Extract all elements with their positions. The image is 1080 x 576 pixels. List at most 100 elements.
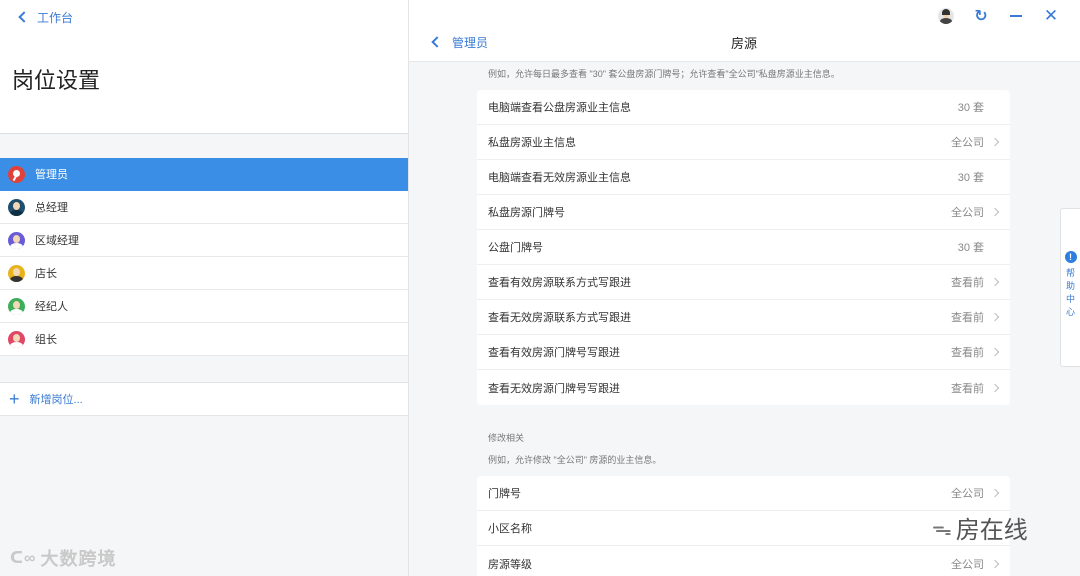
avatar-icon xyxy=(8,231,25,249)
permission-label: 查看有效房源门牌号写跟进 xyxy=(488,347,620,359)
permission-row[interactable]: 小区名称 xyxy=(477,511,1010,546)
permission-label: 电脑端查看无效房源业主信息 xyxy=(488,172,631,184)
chevron-right-icon xyxy=(990,383,1000,392)
permission-label: 门牌号 xyxy=(488,488,521,500)
user-avatar-icon xyxy=(938,8,954,24)
permission-row[interactable]: 电脑端查看无效房源业主信息 30 套 xyxy=(477,160,1010,195)
permission-row[interactable]: 公盘门牌号 30 套 xyxy=(477,230,1010,265)
permission-label: 房源等级 xyxy=(488,558,532,571)
permission-label: 私盘房源门牌号 xyxy=(488,207,565,219)
permission-value: 查看前 xyxy=(951,347,984,359)
edit-permissions-card: 门牌号 全公司 小区名称 房源等级 全公司 xyxy=(477,476,1010,576)
permission-label: 公盘门牌号 xyxy=(488,242,543,254)
permission-label: 查看有效房源联系方式写跟进 xyxy=(488,277,631,289)
role-label: 经纪人 xyxy=(35,301,68,313)
permission-value: 全公司 xyxy=(951,488,984,500)
add-role-button[interactable]: + 新增岗位... xyxy=(0,382,408,416)
permission-label: 电脑端查看公盘房源业主信息 xyxy=(488,102,631,114)
avatar-icon xyxy=(8,330,25,348)
back-label: 工作台 xyxy=(37,10,74,25)
view-permissions-card: 电脑端查看公盘房源业主信息 30 套 私盘房源业主信息 全公司 电脑端查看无效房… xyxy=(477,90,1010,405)
help-center-label: 帮助中心 xyxy=(1065,268,1075,317)
role-label: 区域经理 xyxy=(35,235,79,247)
page-title: 岗位设置 xyxy=(12,68,101,93)
role-item-team-leader[interactable]: 组长 xyxy=(0,323,408,356)
watermark-left-text: 大数跨境 xyxy=(40,549,117,569)
watermark-right-text: 房在线 xyxy=(955,517,1028,544)
chevron-right-icon xyxy=(990,137,1000,147)
minimize-button[interactable] xyxy=(1007,7,1025,25)
chevron-right-icon xyxy=(990,347,1000,357)
close-icon: ✕ xyxy=(1043,6,1059,25)
left-header: 工作台 岗位设置 xyxy=(0,0,408,134)
avatar-icon xyxy=(8,165,25,183)
role-item-general-manager[interactable]: 总经理 xyxy=(0,191,408,224)
edit-section-title: 修改相关 xyxy=(488,433,525,443)
permission-value: 查看前 xyxy=(951,382,984,395)
chevron-right-icon xyxy=(990,559,1000,568)
chevron-left-icon xyxy=(431,36,443,48)
close-button[interactable]: ✕ xyxy=(1042,6,1060,25)
role-label: 总经理 xyxy=(35,202,68,214)
permission-value: 查看前 xyxy=(951,277,984,289)
watermark-right: ᯓ 房在线 xyxy=(932,510,1028,545)
chevron-right-icon xyxy=(990,488,1000,498)
avatar-icon xyxy=(8,198,25,216)
permission-label: 查看无效房源联系方式写跟进 xyxy=(488,312,631,324)
permission-value: 30 套 xyxy=(957,102,984,114)
permission-label: 私盘房源业主信息 xyxy=(488,137,576,149)
nav-back-label: 管理员 xyxy=(452,35,489,50)
role-label: 组长 xyxy=(35,334,57,346)
chevron-right-icon xyxy=(990,277,1000,287)
right-header: ↻ ✕ 管理员 房源 xyxy=(409,0,1080,62)
role-label: 店长 xyxy=(35,268,57,280)
permission-row[interactable]: 查看无效房源联系方式写跟进 查看前 xyxy=(477,300,1010,335)
permission-row[interactable]: 门牌号 全公司 xyxy=(477,476,1010,511)
permission-row[interactable]: 查看有效房源联系方式写跟进 查看前 xyxy=(477,265,1010,300)
refresh-icon: ↻ xyxy=(974,8,988,25)
role-item-admin[interactable]: 管理员 xyxy=(0,158,408,191)
chevron-left-icon xyxy=(18,11,30,23)
permission-row[interactable]: 私盘房源业主信息 全公司 xyxy=(477,125,1010,160)
watermark-left: ᑕ∞ 大数跨境 xyxy=(10,545,116,571)
watermark-logo-icon: ᑕ∞ xyxy=(10,550,37,567)
window-controls: ↻ ✕ xyxy=(937,6,1060,26)
role-label: 管理员 xyxy=(35,169,68,181)
chevron-right-icon xyxy=(990,312,1000,322)
view-hint: 例如，允许每日最多查看 "30" 套公盘房源门牌号；允许查看"全公司"私盘房源业… xyxy=(488,69,840,79)
permission-value: 全公司 xyxy=(951,558,984,571)
permission-row[interactable]: 房源等级 全公司 xyxy=(477,546,1010,576)
permission-row[interactable]: 查看有效房源门牌号写跟进 查看前 xyxy=(477,335,1010,370)
add-role-label: 新增岗位... xyxy=(29,394,83,406)
permission-row[interactable]: 私盘房源门牌号 全公司 xyxy=(477,195,1010,230)
permission-value: 全公司 xyxy=(951,137,984,149)
permission-value: 30 套 xyxy=(957,172,984,184)
avatar-icon xyxy=(8,297,25,315)
permission-label: 小区名称 xyxy=(488,523,532,535)
role-list: 管理员 总经理 区域经理 店长 经纪人 组长 xyxy=(0,158,408,356)
plus-icon: + xyxy=(9,389,20,409)
permission-row[interactable]: 电脑端查看公盘房源业主信息 30 套 xyxy=(477,90,1010,125)
role-item-regional-manager[interactable]: 区域经理 xyxy=(0,224,408,257)
chevron-right-icon xyxy=(990,207,1000,217)
permission-value: 30 套 xyxy=(957,242,984,254)
workbench-back-button[interactable]: 工作台 xyxy=(18,8,74,26)
wechat-logo-icon: ᯓ xyxy=(932,518,952,540)
user-avatar-button[interactable] xyxy=(937,7,955,25)
permission-row[interactable]: 查看无效房源门牌号写跟进 查看前 xyxy=(477,370,1010,405)
info-icon: ! xyxy=(1064,251,1077,263)
permission-label: 查看无效房源门牌号写跟进 xyxy=(488,382,620,395)
permission-value: 查看前 xyxy=(951,312,984,324)
nav-title: 房源 xyxy=(730,36,757,51)
edit-hint: 例如，允许修改 "全公司" 房源的业主信息。 xyxy=(488,455,662,465)
avatar-icon xyxy=(8,264,25,282)
refresh-button[interactable]: ↻ xyxy=(972,7,990,25)
role-item-store-manager[interactable]: 店长 xyxy=(0,257,408,290)
right-pane: ↻ ✕ 管理员 房源 例如，允许每日最多查看 "30" 套公盘房源门牌号；允许查… xyxy=(409,0,1080,576)
minimize-icon xyxy=(1010,15,1022,17)
permission-value: 全公司 xyxy=(951,207,984,219)
admin-back-button[interactable]: 管理员 xyxy=(431,33,489,51)
role-item-agent[interactable]: 经纪人 xyxy=(0,290,408,323)
left-pane: 工作台 岗位设置 管理员 总经理 区域经理 店长 经纪人 组长 + 新增岗位..… xyxy=(0,0,409,576)
help-center-tab[interactable]: ! 帮助中心 xyxy=(1060,208,1080,367)
